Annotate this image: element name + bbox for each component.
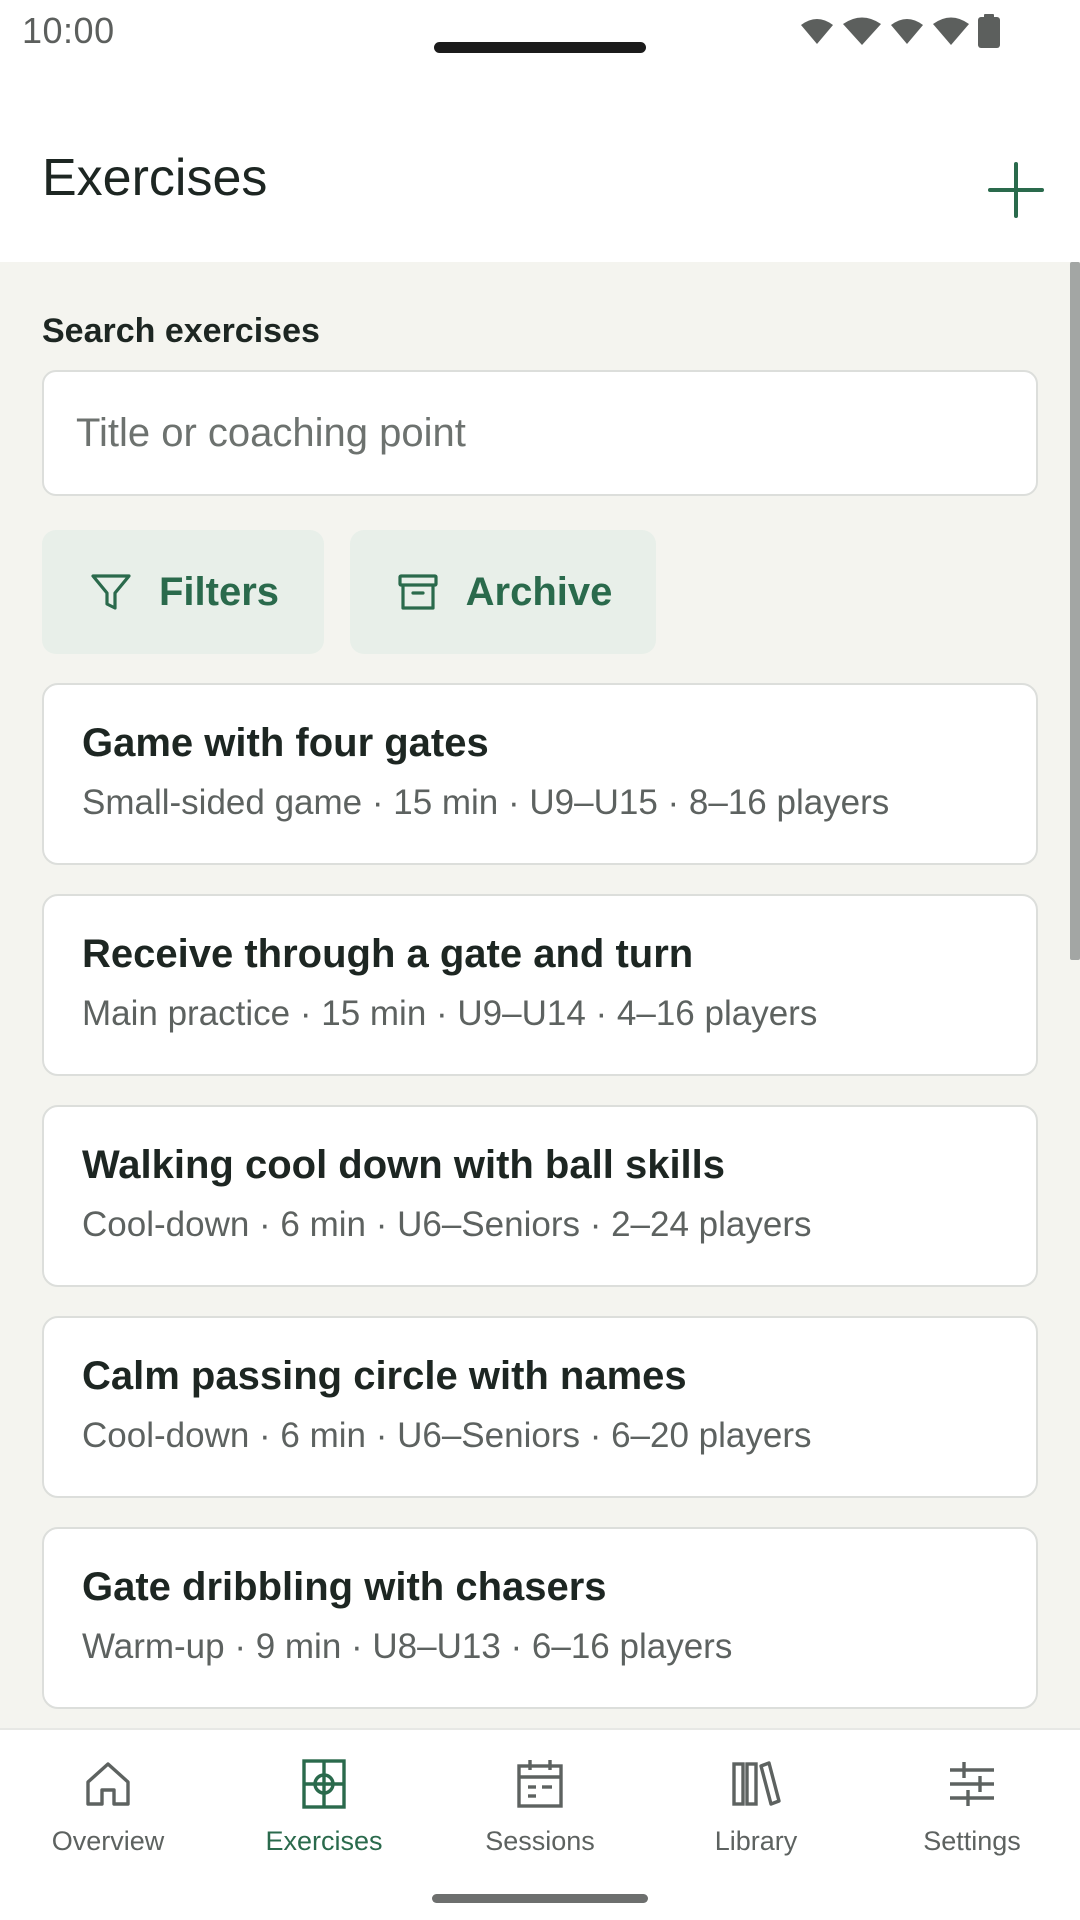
search-label: Search exercises: [42, 312, 320, 350]
calendar-icon: [517, 1760, 563, 1808]
nav-item-library[interactable]: Library: [648, 1730, 864, 1880]
exercise-meta: Cool-down · 6 min · U6–Seniors · 6–20 pl…: [82, 1416, 812, 1455]
gesture-bar[interactable]: [432, 1894, 648, 1903]
exercise-list: Game with four gates Small-sided game · …: [42, 683, 1038, 1728]
add-exercise-button[interactable]: [976, 150, 1056, 230]
exercise-card[interactable]: Walking cool down with ball skills Cool-…: [42, 1105, 1038, 1287]
nav-item-overview[interactable]: Overview: [0, 1730, 216, 1880]
exercise-title: Calm passing circle with names: [82, 1354, 687, 1398]
plus-icon: [988, 162, 1044, 218]
search-input[interactable]: [42, 370, 1038, 496]
exercise-card[interactable]: Gate dribbling with chasers Warm-up · 9 …: [42, 1527, 1038, 1709]
nav-label: Overview: [51, 1826, 165, 1856]
signal-icon: [843, 17, 881, 45]
bottom-navigation: Overview Exercises Sessions Library Sett…: [0, 1728, 1080, 1920]
nav-label: Settings: [923, 1826, 1021, 1856]
exercise-card[interactable]: Calm passing circle with names Cool-down…: [42, 1316, 1038, 1498]
pitch-icon: [302, 1759, 346, 1809]
exercise-meta: Cool-down · 6 min · U6–Seniors · 2–24 pl…: [82, 1205, 812, 1244]
exercises-screen: 10:00 Exercises Search exercises Title o…: [0, 0, 1080, 1920]
status-time: 10:00: [22, 10, 115, 51]
camera-cutout: [434, 42, 646, 53]
nav-label: Sessions: [485, 1826, 595, 1856]
books-icon: [732, 1761, 781, 1806]
page-title: Exercises: [42, 149, 268, 207]
exercise-meta: Main practice · 15 min · U9–U14 · 4–16 p…: [82, 994, 818, 1033]
archive-icon: [398, 574, 438, 610]
sliders-icon: [950, 1762, 994, 1806]
exercise-title: Walking cool down with ball skills: [82, 1143, 726, 1187]
wifi-icon: [801, 19, 833, 44]
filters-label: Filters: [158, 569, 280, 614]
filter-icon: [91, 574, 131, 610]
status-bar: 10:00: [0, 0, 1080, 62]
nav-item-settings[interactable]: Settings: [864, 1730, 1080, 1880]
signal-icon: [933, 17, 969, 45]
home-icon: [86, 1762, 130, 1806]
content-area[interactable]: Search exercises Filters Archive Game wi…: [0, 262, 1080, 1728]
exercise-title: Gate dribbling with chasers: [82, 1565, 607, 1609]
exercise-meta: Warm-up · 9 min · U8–U13 · 6–16 players: [82, 1627, 733, 1666]
archive-button[interactable]: Archive: [350, 530, 656, 654]
exercise-title: Receive through a gate and turn: [82, 932, 694, 976]
filters-button[interactable]: Filters: [42, 530, 324, 654]
exercise-meta: Small-sided game · 15 min · U9–U15 · 8–1…: [82, 783, 890, 822]
nav-label: Exercises: [265, 1826, 383, 1856]
nav-label: Library: [714, 1826, 798, 1856]
battery-icon: [978, 14, 1000, 48]
scrollbar[interactable]: [1070, 262, 1080, 960]
signal-icon: [891, 19, 923, 44]
exercise-card[interactable]: Receive through a gate and turn Main pra…: [42, 894, 1038, 1076]
exercise-title: Game with four gates: [82, 721, 489, 765]
exercise-card[interactable]: Game with four gates Small-sided game · …: [42, 683, 1038, 865]
app-bar: Exercises: [0, 62, 1080, 262]
nav-item-exercises[interactable]: Exercises: [216, 1730, 432, 1880]
nav-item-sessions[interactable]: Sessions: [432, 1730, 648, 1880]
archive-label: Archive: [465, 569, 613, 614]
status-icons: [800, 14, 1000, 48]
